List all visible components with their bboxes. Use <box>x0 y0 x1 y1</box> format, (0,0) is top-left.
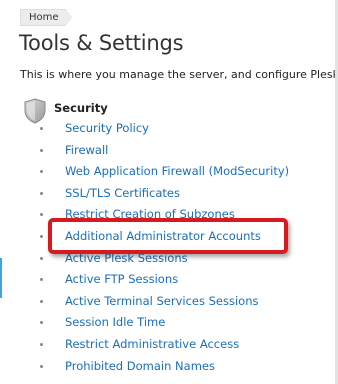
web-application-firewall-link[interactable]: Web Application Firewall (ModSecurity) <box>65 164 289 178</box>
security-section-title: Security <box>54 101 108 115</box>
security-link-item: Web Application Firewall (ModSecurity) <box>38 161 289 183</box>
security-link-item: Restrict Administrative Access <box>38 334 289 356</box>
bullet-icon <box>40 256 43 260</box>
bullet-icon <box>40 213 43 217</box>
security-link-item: Additional Administrator Accounts <box>38 226 289 248</box>
security-link-item: Active Plesk Sessions <box>38 248 289 270</box>
active-ftp-sessions-link[interactable]: Active FTP Sessions <box>65 272 178 286</box>
breadcrumb-home[interactable]: Home <box>20 9 73 26</box>
security-link-item: Security Policy <box>38 118 289 140</box>
bullet-icon <box>40 342 43 346</box>
bullet-icon <box>40 191 43 195</box>
bullet-icon <box>40 148 43 152</box>
firewall-link[interactable]: Firewall <box>65 143 108 157</box>
bullet-icon <box>40 127 43 130</box>
security-link-item: SSL/TLS Certificates <box>38 183 289 205</box>
security-link-item: Active FTP Sessions <box>38 269 289 291</box>
page: Home Tools & Settings This is where you … <box>0 0 338 384</box>
left-edge-accent <box>0 258 2 298</box>
prohibited-domain-names-link[interactable]: Prohibited Domain Names <box>65 359 215 373</box>
bullet-icon <box>40 364 43 368</box>
security-link-item: Firewall <box>38 140 289 162</box>
bullet-icon <box>40 321 43 325</box>
page-title: Tools & Settings <box>19 31 184 55</box>
bullet-icon <box>40 170 43 174</box>
breadcrumb-home-label: Home <box>29 12 59 23</box>
security-links-list: Security Policy Firewall Web Application… <box>38 118 289 377</box>
ssl-tls-certificates-link[interactable]: SSL/TLS Certificates <box>65 186 180 200</box>
restrict-administrative-access-link[interactable]: Restrict Administrative Access <box>65 337 239 351</box>
security-link-item: Active Terminal Services Sessions <box>38 291 289 313</box>
security-link-item: Prohibited Domain Names <box>38 356 289 378</box>
active-terminal-services-sessions-link[interactable]: Active Terminal Services Sessions <box>65 294 259 308</box>
bullet-icon <box>40 234 43 238</box>
security-policy-link[interactable]: Security Policy <box>65 121 149 135</box>
additional-administrator-accounts-link[interactable]: Additional Administrator Accounts <box>65 229 261 243</box>
bullet-icon <box>40 278 43 282</box>
bullet-icon <box>40 299 43 303</box>
intro-text: This is where you manage the server, and… <box>20 68 338 81</box>
security-link-item: Restrict Creation of Subzones <box>38 204 289 226</box>
active-plesk-sessions-link[interactable]: Active Plesk Sessions <box>65 251 188 265</box>
security-link-item: Session Idle Time <box>38 312 289 334</box>
restrict-creation-of-subzones-link[interactable]: Restrict Creation of Subzones <box>65 207 235 221</box>
session-idle-time-link[interactable]: Session Idle Time <box>65 315 165 329</box>
